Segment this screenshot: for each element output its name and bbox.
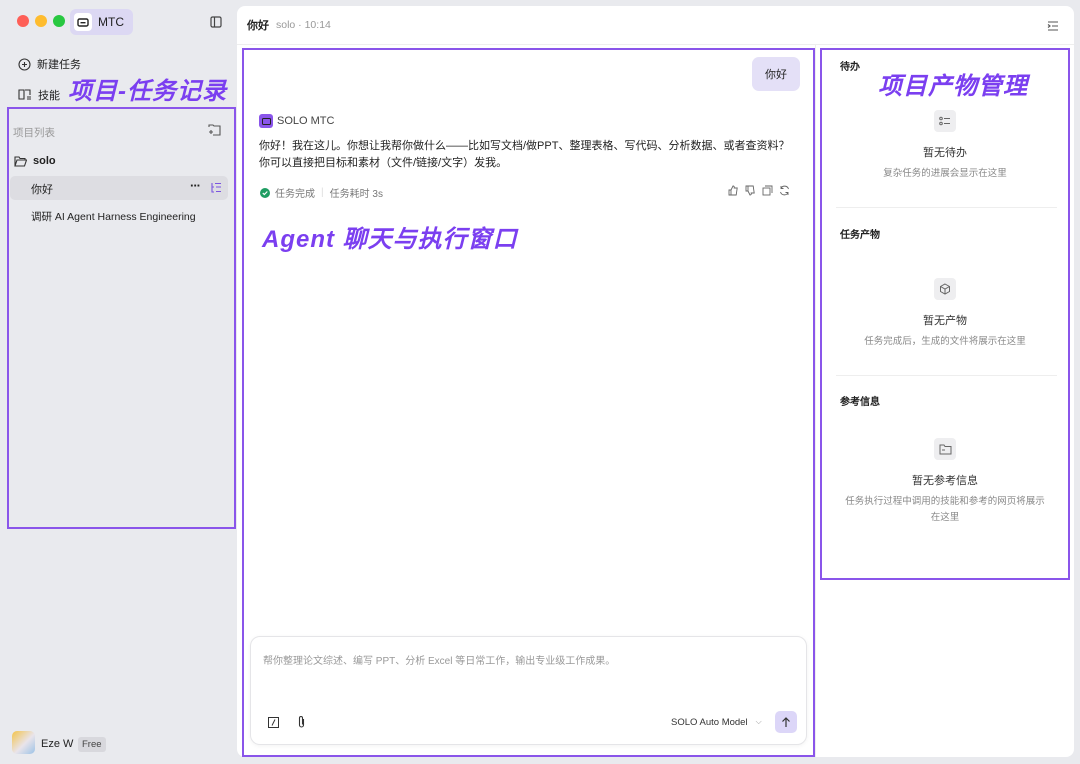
todo-empty-sub: 复杂任务的进展会显示在这里	[822, 166, 1068, 182]
app-name: MTC	[98, 15, 124, 29]
chat-input[interactable]: 帮你整理论文综述、编写 PPT、分析 Excel 等日常工作，输出专业级工作成果…	[263, 652, 615, 667]
chevron-down-icon: ⌵	[756, 717, 762, 728]
chat-input-box: 帮你整理论文综述、编写 PPT、分析 Excel 等日常工作，输出专业级工作成果…	[250, 636, 807, 745]
divider	[836, 375, 1057, 376]
send-button[interactable]	[775, 711, 797, 733]
divider	[815, 45, 816, 757]
chat-title: 你好	[247, 17, 269, 33]
arrow-up-icon	[781, 717, 791, 728]
skills-button[interactable]: 技能	[18, 87, 60, 103]
agent-logo-icon	[259, 114, 273, 128]
annotation-chat: Agent 聊天与执行窗口	[262, 219, 518, 254]
thumbs-down-icon[interactable]	[745, 185, 756, 196]
folder-icon	[934, 438, 956, 460]
model-selector[interactable]: SOLO Auto Model ⌵	[671, 717, 762, 728]
new-task-button[interactable]: 新建任务	[18, 56, 81, 72]
plan-badge: Free	[78, 737, 106, 752]
user-name: Eze W	[41, 738, 73, 750]
slash-command-icon[interactable]	[268, 717, 279, 728]
chat-header: 你好 solo · 10:14	[237, 6, 1074, 45]
references-empty-sub: 任务执行过程中调用的技能和参考的网页将展示在这里	[822, 494, 1068, 526]
regenerate-icon[interactable]	[779, 185, 790, 196]
check-circle-icon	[260, 188, 270, 198]
user-message: 你好	[752, 57, 800, 91]
new-task-label: 新建任务	[37, 56, 81, 72]
artifacts-empty-sub: 任务完成后，生成的文件将展示在这里	[822, 334, 1068, 350]
artifacts-empty-state: 暂无产物 任务完成后，生成的文件将展示在这里	[822, 278, 1068, 350]
app-logo-icon	[74, 13, 92, 31]
divider	[836, 207, 1057, 208]
project-name: solo	[33, 155, 56, 167]
folder-open-icon	[14, 156, 27, 167]
status-text: 任务完成	[275, 185, 315, 200]
annotation-sidebar: 项目-任务记录	[68, 71, 227, 106]
todo-empty-title: 暂无待办	[822, 144, 1068, 160]
references-section-title: 参考信息	[840, 393, 880, 408]
message-actions	[722, 185, 790, 196]
references-empty-state: 暂无参考信息 任务执行过程中调用的技能和参考的网页将展示在这里	[822, 438, 1068, 526]
avatar[interactable]	[12, 731, 35, 754]
todo-empty-state: 暂无待办 复杂任务的进展会显示在这里	[822, 110, 1068, 182]
agent-name: SOLO MTC	[277, 115, 334, 127]
new-project-icon[interactable]	[208, 124, 221, 139]
annotation-panel: 项目产物管理	[878, 66, 1028, 101]
maximize-window-button[interactable]	[53, 15, 65, 27]
close-window-button[interactable]	[17, 15, 29, 27]
toggle-sidebar-icon[interactable]	[210, 16, 222, 31]
artifacts-empty-title: 暂无产物	[822, 312, 1068, 328]
skills-label: 技能	[38, 87, 60, 103]
app-switcher[interactable]: MTC	[70, 9, 133, 35]
model-name: SOLO Auto Model	[671, 717, 748, 728]
cube-icon	[934, 278, 956, 300]
plus-circle-icon	[18, 58, 31, 71]
agent-header: SOLO MTC	[259, 114, 334, 128]
annotation-box-sidebar	[7, 107, 236, 529]
artifacts-section-title: 任务产物	[840, 226, 880, 241]
agent-message: 你好！我在这儿。你想让我帮你做什么——比如写文档/做PPT、整理表格、写代码、分…	[259, 138, 799, 172]
project-solo[interactable]: solo	[14, 155, 56, 167]
task-status: 任务完成 | 任务耗时 3s	[260, 185, 383, 200]
project-list-label: 项目列表	[13, 125, 55, 140]
copy-icon[interactable]	[762, 185, 773, 196]
minimize-window-button[interactable]	[35, 15, 47, 27]
todo-section-title: 待办	[840, 58, 860, 73]
task-item[interactable]: 调研 AI Agent Harness Engineering	[31, 209, 196, 224]
thumbs-up-icon[interactable]	[728, 185, 739, 196]
more-options-icon[interactable]: ···	[190, 178, 200, 193]
attach-icon[interactable]	[297, 715, 306, 729]
task-tree-icon[interactable]	[210, 182, 222, 194]
duration-text: 任务耗时 3s	[330, 185, 383, 200]
task-item-active[interactable]: 你好 ···	[10, 176, 228, 200]
references-empty-title: 暂无参考信息	[822, 472, 1068, 488]
book-icon	[18, 89, 32, 101]
toggle-panel-icon[interactable]	[1047, 20, 1059, 34]
task-label: 你好	[31, 181, 53, 197]
chat-meta: solo · 10:14	[276, 19, 331, 31]
list-icon	[934, 110, 956, 132]
